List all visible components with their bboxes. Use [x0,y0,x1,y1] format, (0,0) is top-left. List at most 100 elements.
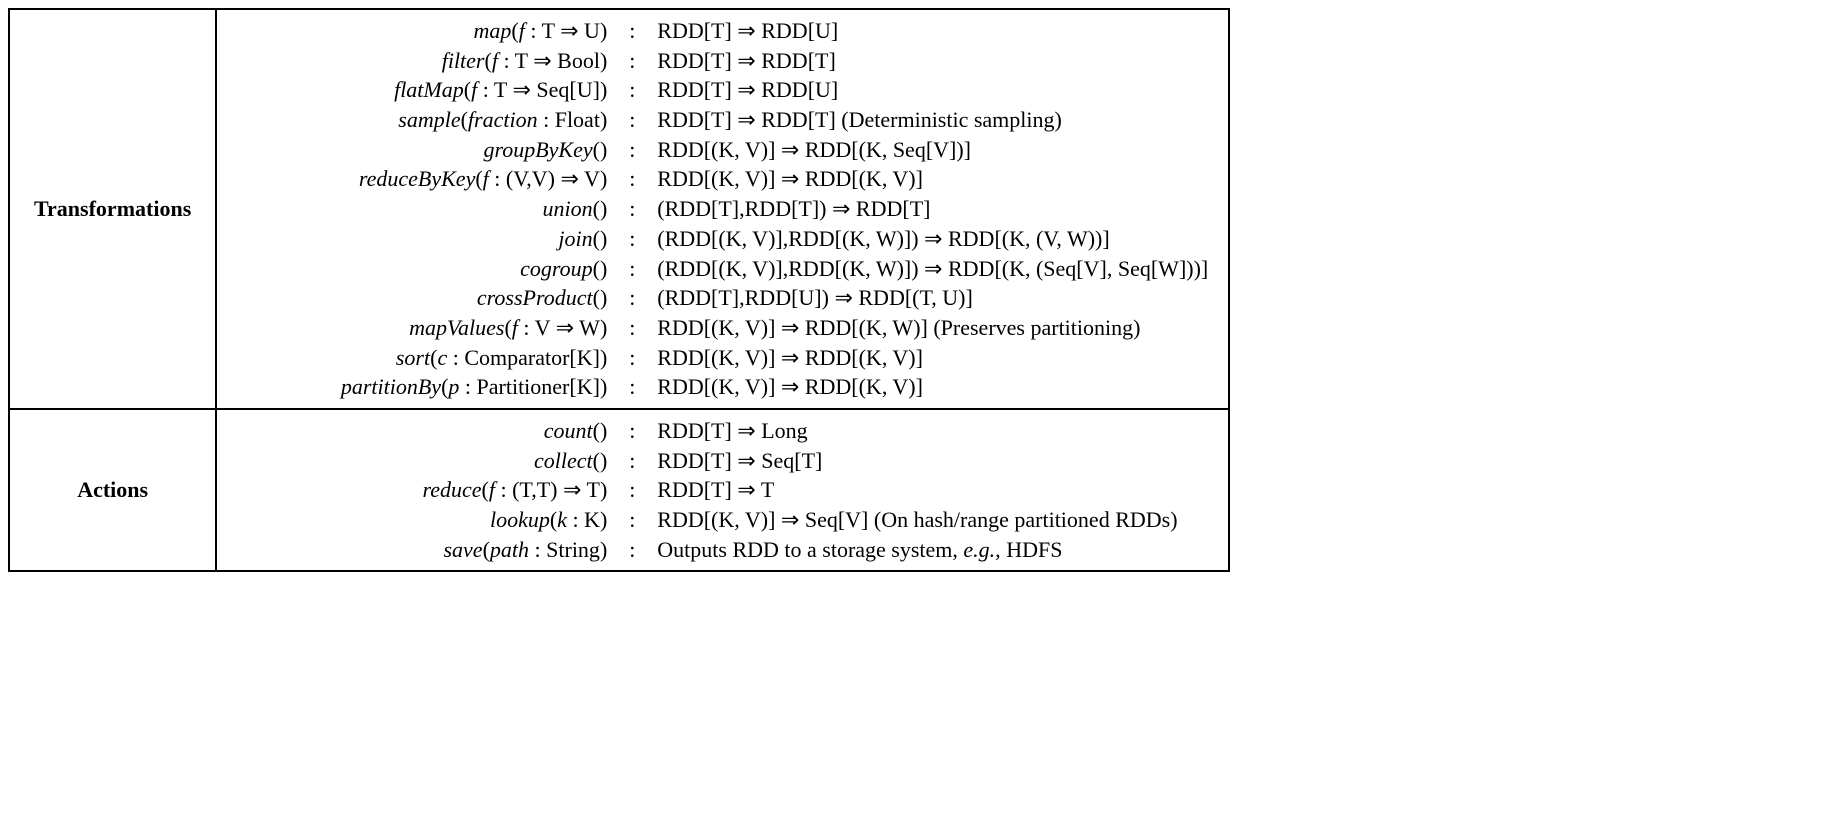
colon-separator: : [617,475,647,505]
op-signature: lookup(k : K) [227,505,607,535]
transformation-row: groupByKey(): RDD[(K, V)] ⇒ RDD[(K, Seq[V… [227,135,1208,165]
op-type-text: Outputs RDD to a storage system, [657,537,963,562]
colon-separator: : [617,194,647,224]
op-arg-name: k [557,507,567,532]
op-signature: sample(fraction : Float) [227,105,607,135]
op-type-signature: RDD[T] ⇒ RDD[T] [657,46,1208,76]
op-arg-type: : Partitioner[K] [459,374,600,399]
transformation-row: partitionBy(p : Partitioner[K]): RDD[(K, … [227,372,1208,402]
transformation-row: reduceByKey(f : (V,V) ⇒ V): RDD[(K, V)] ⇒… [227,164,1208,194]
op-type-signature: RDD[(K, V)] ⇒ RDD[(K, V)] [657,164,1208,194]
op-function-name: collect [534,448,593,473]
op-function-name: crossProduct [477,285,593,310]
category-actions: Actions [9,409,216,571]
op-signature: count() [227,416,607,446]
op-signature: collect() [227,446,607,476]
op-function-name: lookup [490,507,550,532]
op-type: RDD[(K, V)] ⇒ RDD[(K, V)] [657,345,923,370]
colon-separator: : [617,372,647,402]
op-type: RDD[T] ⇒ T [657,477,774,502]
transformation-row: filter(f : T ⇒ Bool):RDD[T] ⇒ RDD[T] [227,46,1208,76]
op-arg-type: : (V,V) ⇒ V [489,166,600,191]
op-type-signature: (RDD[(K, V)],RDD[(K, W)]) ⇒ RDD[(K, (Seq… [657,254,1208,284]
op-arg-type: : K [567,507,600,532]
op-type-eg: e.g., [963,537,1000,562]
op-function-name: reduceByKey [359,166,475,191]
rdd-operations-table: Transformations map(f : T ⇒ U):RDD[T] ⇒ … [8,8,1230,572]
op-type: (RDD[(K, V)],RDD[(K, W)]) ⇒ RDD[(K, (Seq… [657,256,1208,281]
op-type-text: HDFS [1001,537,1063,562]
op-type-signature: RDD[T] ⇒ RDD[U] [657,16,1208,46]
op-function-name: partitionBy [341,374,441,399]
op-function-name: groupByKey [483,137,592,162]
op-function-name: flatMap [394,77,464,102]
op-type-signature: RDD[T] ⇒ Seq[T] [657,446,1208,476]
op-note: (On hash/range partitioned RDDs) [868,507,1177,532]
colon-separator: : [617,46,647,76]
colon-separator: : [617,164,647,194]
op-arg-type: : V ⇒ W [518,315,600,340]
op-signature: reduceByKey(f : (V,V) ⇒ V) [227,164,607,194]
op-function-name: count [544,418,593,443]
op-type: RDD[T] ⇒ Long [657,418,807,443]
action-row: reduce(f : (T,T) ⇒ T): RDD[T] ⇒ T [227,475,1208,505]
op-function-name: union [542,196,592,221]
op-signature: save(path : String) [227,535,607,565]
op-signature: union() [227,194,607,224]
op-signature: join() [227,224,607,254]
op-arg-type: : Comparator[K] [447,345,600,370]
transformation-row: sample(fraction : Float):RDD[T] ⇒ RDD[T]… [227,105,1208,135]
action-row: save(path : String):Outputs RDD to a sto… [227,535,1208,565]
op-arg-name: fraction [468,107,538,132]
op-type: RDD[T] ⇒ RDD[T] [657,48,836,73]
colon-separator: : [617,283,647,313]
op-function-name: join [558,226,592,251]
action-row: collect():RDD[T] ⇒ Seq[T] [227,446,1208,476]
op-type: RDD[(K, V)] ⇒ Seq[V] [657,507,868,532]
op-type-signature: RDD[(K, V)] ⇒ RDD[(K, V)] [657,372,1208,402]
colon-separator: : [617,224,647,254]
transformations-cell: map(f : T ⇒ U):RDD[T] ⇒ RDD[U]filter(f :… [216,9,1229,409]
op-type-signature: RDD[T] ⇒ T [657,475,1208,505]
op-signature: partitionBy(p : Partitioner[K]) [227,372,607,402]
op-type-signature: RDD[(K, V)] ⇒ RDD[(K, V)] [657,343,1208,373]
colon-separator: : [617,254,647,284]
op-arg-type: : T ⇒ U [525,18,600,43]
op-arg-type: : T ⇒ Seq[U] [477,77,600,102]
op-signature: crossProduct() [227,283,607,313]
op-signature: flatMap(f : T ⇒ Seq[U]) [227,75,607,105]
op-type-signature: RDD[T] ⇒ Long [657,416,1208,446]
op-function-name: mapValues [409,315,504,340]
op-type-signature: (RDD[T],RDD[U]) ⇒ RDD[(T, U)] [657,283,1208,313]
op-type-signature: (RDD[T],RDD[T]) ⇒ RDD[T] [657,194,1208,224]
op-type: RDD[T] ⇒ RDD[U] [657,77,838,102]
colon-separator: : [617,416,647,446]
op-function-name: cogroup [520,256,593,281]
colon-separator: : [617,313,647,343]
op-note: (Deterministic sampling) [836,107,1062,132]
op-type: (RDD[T],RDD[T]) ⇒ RDD[T] [657,196,930,221]
op-type-signature: RDD[(K, V)] ⇒ Seq[V] (On hash/range part… [657,505,1208,535]
colon-separator: : [617,135,647,165]
op-type-signature: Outputs RDD to a storage system, e.g., H… [657,535,1208,565]
op-type: RDD[T] ⇒ RDD[U] [657,18,838,43]
op-arg-type: : Float [538,107,600,132]
transformation-row: sort(c : Comparator[K]):RDD[(K, V)] ⇒ RD… [227,343,1208,373]
op-arg-type: : (T,T) ⇒ T [495,477,600,502]
op-function-name: save [443,537,482,562]
op-note: (Preserves partitioning) [928,315,1141,340]
transformation-row: union(): (RDD[T],RDD[T]) ⇒ RDD[T] [227,194,1208,224]
op-type: (RDD[(K, V)],RDD[(K, W)]) ⇒ RDD[(K, (V, … [657,226,1109,251]
op-signature: reduce(f : (T,T) ⇒ T) [227,475,607,505]
op-signature: groupByKey() [227,135,607,165]
op-signature: cogroup() [227,254,607,284]
op-function-name: reduce [422,477,481,502]
op-signature: mapValues(f : V ⇒ W) [227,313,607,343]
op-function-name: sort [396,345,430,370]
op-type: RDD[(K, V)] ⇒ RDD[(K, V)] [657,166,923,191]
colon-separator: : [617,16,647,46]
op-type: RDD[(K, V)] ⇒ RDD[(K, Seq[V])] [657,137,971,162]
transformation-row: flatMap(f : T ⇒ Seq[U]):RDD[T] ⇒ RDD[U] [227,75,1208,105]
op-type-signature: (RDD[(K, V)],RDD[(K, W)]) ⇒ RDD[(K, (V, … [657,224,1208,254]
colon-separator: : [617,105,647,135]
